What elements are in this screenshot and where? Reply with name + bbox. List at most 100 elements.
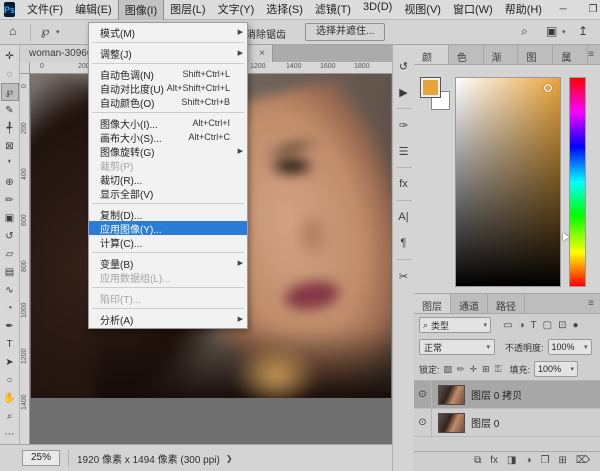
lock-pixels-icon[interactable]: ✏ xyxy=(457,364,465,375)
menu-item[interactable]: 模式(M)▶ xyxy=(89,25,247,39)
panel-menu-icon[interactable]: ≡ xyxy=(588,45,600,64)
menu-item[interactable]: 变量(B)▶ xyxy=(89,256,247,270)
layer-filter-type[interactable]: ⌕ 类型 ▾ xyxy=(419,317,491,333)
color-panel-tab[interactable]: 颜色 xyxy=(414,45,449,64)
menu-item[interactable]: 计算(C)... xyxy=(89,235,247,249)
brush-tool[interactable]: ✏ xyxy=(1,191,19,209)
hue-slider-marker[interactable] xyxy=(563,233,569,241)
actions-panel-icon[interactable]: ▶ xyxy=(394,79,414,105)
color-panel-tab[interactable]: 色板 xyxy=(449,45,484,64)
menu-item[interactable]: 分析(A)▶ xyxy=(89,312,247,326)
lasso-tool[interactable]: ℘ xyxy=(1,83,19,101)
menubar-item[interactable]: 文字(Y) xyxy=(212,0,261,20)
history-panel-icon[interactable]: ↺ xyxy=(394,53,414,79)
lock-all-icon[interactable]: ⚿ xyxy=(495,364,502,375)
color-panel-tab[interactable]: 属性 xyxy=(553,45,588,64)
layer-row[interactable]: ⊙图层 0 拷贝 xyxy=(414,381,600,409)
edit-toolbar[interactable]: ⋯ xyxy=(1,425,19,443)
lock-transparency-icon[interactable]: ▨ xyxy=(444,364,453,375)
minimize-button[interactable]: ─ xyxy=(548,0,578,20)
blend-mode-select[interactable]: 正常 ▾ xyxy=(419,339,495,355)
color-cursor[interactable] xyxy=(544,84,552,92)
crop-tool[interactable]: ╃ xyxy=(1,119,19,137)
add-layer-mask-icon[interactable]: ◨ xyxy=(507,455,516,466)
layer-visibility-eye-icon[interactable]: ⊙ xyxy=(414,409,432,436)
search-icon[interactable]: ⌕ xyxy=(521,24,528,39)
character-panel-icon[interactable]: A| xyxy=(394,204,414,230)
menu-item[interactable]: 显示全部(V) xyxy=(89,186,247,200)
delete-layer-icon[interactable]: ⌦ xyxy=(576,455,590,466)
brush-settings-panel-icon[interactable]: ✑ xyxy=(394,112,414,138)
menubar-item[interactable]: 图像(I) xyxy=(118,0,164,20)
color-panel-tab[interactable]: 渐变 xyxy=(484,45,519,64)
history-brush-tool[interactable]: ↺ xyxy=(1,227,19,245)
healing-brush-tool[interactable]: ⊕ xyxy=(1,173,19,191)
lasso-tool-icon[interactable]: ℘ xyxy=(41,24,49,38)
select-and-mask-button[interactable]: 选择并遮住... xyxy=(305,23,385,41)
menu-item[interactable]: 复制(D)... xyxy=(89,207,247,221)
layers-panel-tab[interactable]: 图层 xyxy=(414,294,451,313)
layers-panel-tab[interactable]: 路径 xyxy=(488,294,525,313)
layer-thumbnail[interactable] xyxy=(438,385,465,405)
new-layer-icon[interactable]: ⊞ xyxy=(558,455,566,466)
menubar-item[interactable]: 窗口(W) xyxy=(447,0,499,20)
hue-slider[interactable] xyxy=(569,77,586,287)
layer-style-icon[interactable]: fx xyxy=(490,455,498,466)
workspace-icon[interactable]: ▣ xyxy=(546,24,557,38)
menu-item[interactable]: 应用图像(Y)... xyxy=(89,221,247,235)
move-tool[interactable]: ✛ xyxy=(1,47,19,65)
filter-smart-objects-icon[interactable]: ⊡ xyxy=(558,320,566,331)
share-icon[interactable]: ↥ xyxy=(578,24,588,38)
zoom-level-field[interactable]: 25% xyxy=(22,450,60,466)
chevron-down-icon[interactable]: ▾ xyxy=(56,28,60,36)
tab-close-icon[interactable]: × xyxy=(259,48,272,59)
eraser-tool[interactable]: ▱ xyxy=(1,245,19,263)
maximize-button[interactable]: ❐ xyxy=(578,0,600,20)
lock-artboard-icon[interactable]: ⊞ xyxy=(482,364,490,375)
menu-item[interactable]: 自动色调(N)Shift+Ctrl+L xyxy=(89,67,247,81)
lock-position-icon[interactable]: ✛ xyxy=(470,364,478,375)
menubar-item[interactable]: 3D(D) xyxy=(357,0,398,20)
menu-item[interactable]: 调整(J)▶ xyxy=(89,46,247,60)
menubar-item[interactable]: 帮助(H) xyxy=(499,0,548,20)
color-panel-tab[interactable]: 图案 xyxy=(518,45,553,64)
zoom-tool[interactable]: ⌕ xyxy=(1,407,19,425)
menubar-item[interactable]: 编辑(E) xyxy=(69,0,118,20)
filter-shape-layers-icon[interactable]: ▢ xyxy=(543,320,552,331)
menubar-item[interactable]: 图层(L) xyxy=(164,0,211,20)
filter-toggle-icon[interactable]: ● xyxy=(572,320,578,331)
pen-tool[interactable]: ✒ xyxy=(1,317,19,335)
layer-thumbnail[interactable] xyxy=(438,413,465,433)
menu-item[interactable]: 自动颜色(O)Shift+Ctrl+B xyxy=(89,95,247,109)
link-layers-icon[interactable]: ⧉ xyxy=(474,455,481,466)
hand-tool[interactable]: ✋ xyxy=(1,389,19,407)
menu-item[interactable]: 图像旋转(G)▶ xyxy=(89,144,247,158)
layers-panel-tab[interactable]: 通道 xyxy=(451,294,488,313)
layer-visibility-eye-icon[interactable]: ⊙ xyxy=(414,381,432,408)
brushes-panel-icon[interactable]: ☰ xyxy=(394,138,414,164)
marquee-tool[interactable]: ◌ xyxy=(1,65,19,83)
eyedropper-tool[interactable]: ❜ xyxy=(1,155,19,173)
paragraph-panel-icon[interactable]: ¶ xyxy=(394,230,414,256)
menubar-item[interactable]: 选择(S) xyxy=(260,0,309,20)
chevron-down-icon[interactable]: ▾ xyxy=(562,28,566,36)
dodge-tool[interactable]: ◔ xyxy=(1,299,19,317)
quick-selection-tool[interactable]: ✎ xyxy=(1,101,19,119)
status-chevron-icon[interactable]: ❯ xyxy=(226,454,233,463)
tool-presets-panel-icon[interactable]: ✂ xyxy=(394,263,414,289)
panel-menu-icon[interactable]: ≡ xyxy=(588,294,600,313)
menu-item[interactable]: 画布大小(S)...Alt+Ctrl+C xyxy=(89,130,247,144)
frame-tool[interactable]: ⊠ xyxy=(1,137,19,155)
filter-adjustment-layers-icon[interactable]: ◑ xyxy=(518,320,524,331)
menubar-item[interactable]: 文件(F) xyxy=(21,0,69,20)
saturation-brightness-field[interactable] xyxy=(455,77,561,287)
new-adjustment-layer-icon[interactable]: ◑ xyxy=(525,455,531,466)
menu-item[interactable]: 裁切(R)... xyxy=(89,172,247,186)
styles-panel-icon[interactable]: fx xyxy=(394,171,414,197)
foreground-color-swatch[interactable] xyxy=(420,77,441,98)
type-tool[interactable]: T xyxy=(1,335,19,353)
path-select-tool[interactable]: ➤ xyxy=(1,353,19,371)
opacity-field[interactable]: 100% ▾ xyxy=(548,339,592,355)
layer-row[interactable]: ⊙图层 0 xyxy=(414,409,600,437)
home-icon[interactable]: ⌂ xyxy=(9,24,16,38)
